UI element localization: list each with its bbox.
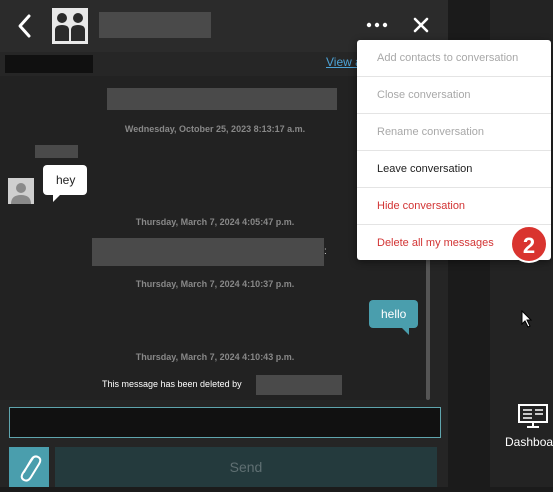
back-button[interactable]: [12, 12, 38, 40]
close-button[interactable]: [410, 14, 432, 36]
send-button[interactable]: Send: [55, 447, 437, 487]
message-input[interactable]: [9, 407, 441, 438]
timestamp: Thursday, March 7, 2024 4:10:43 p.m.: [135, 352, 295, 362]
dashboard-monitor-icon[interactable]: [518, 404, 548, 428]
redacted-participants: [5, 55, 93, 73]
outgoing-message-bubble: hello: [369, 300, 419, 335]
menu-item-close-conversation[interactable]: Close conversation: [357, 77, 551, 114]
close-icon: [413, 17, 429, 33]
redacted-system-message: [107, 88, 337, 110]
chevron-left-icon: [18, 14, 31, 38]
redacted-sender-name: [35, 145, 78, 158]
step-badge: 2: [510, 225, 548, 263]
redacted-user-name: [256, 375, 342, 395]
more-options-button[interactable]: [364, 14, 390, 36]
paperclip-icon: [20, 455, 42, 482]
menu-item-add-contacts[interactable]: Add contacts to conversation: [357, 40, 551, 77]
mouse-cursor-icon: [521, 309, 533, 328]
more-horizontal-icon: [366, 22, 388, 28]
dashboard-label[interactable]: Dashboa: [505, 435, 553, 449]
menu-item-rename-conversation[interactable]: Rename conversation: [357, 114, 551, 151]
redacted-system-message: [92, 238, 324, 266]
menu-item-hide-conversation[interactable]: Hide conversation: [357, 188, 551, 225]
incoming-message-bubble: hey: [43, 165, 88, 202]
menu-item-leave-conversation[interactable]: Leave conversation: [357, 151, 551, 188]
message-scrollbar[interactable]: [426, 258, 430, 400]
group-avatar-icon: [52, 8, 88, 44]
timestamp: Thursday, March 7, 2024 4:10:37 p.m.: [135, 279, 295, 289]
user-avatar-icon: [8, 178, 34, 204]
redacted-colon: :: [324, 246, 327, 257]
redacted-conversation-name: [99, 12, 211, 38]
attach-button[interactable]: [9, 447, 49, 487]
deleted-message-note: This message has been deleted by: [102, 379, 242, 389]
